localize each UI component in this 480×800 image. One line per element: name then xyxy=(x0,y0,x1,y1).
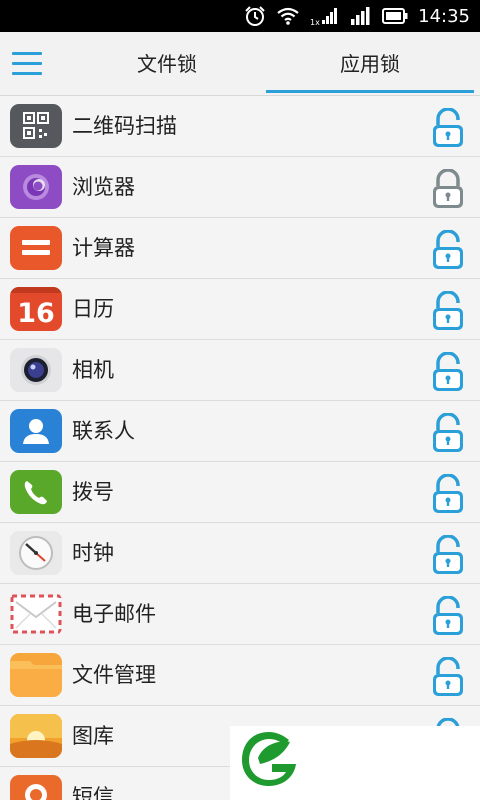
app-label: 联系人 xyxy=(72,419,135,443)
calculator-icon xyxy=(10,226,62,270)
clock-icon xyxy=(10,531,62,575)
app-label: 二维码扫描 xyxy=(72,114,177,138)
app-label: 电子邮件 xyxy=(72,602,156,626)
brand-overlay xyxy=(230,726,480,800)
email-icon xyxy=(10,592,62,636)
unlocked-padlock-icon[interactable] xyxy=(430,230,466,270)
unlocked-padlock-icon[interactable] xyxy=(430,474,466,514)
qr-scan-icon xyxy=(10,104,62,148)
app-label: 日历 xyxy=(72,297,114,321)
app-label: 文件管理 xyxy=(72,663,156,687)
app-list: 二维码扫描 浏览器 计算器 16 日历 相机 联系人 拨号 时钟 电子邮件 文件… xyxy=(0,96,480,800)
alarm-icon xyxy=(245,6,265,26)
tab-app-lock[interactable]: 应用锁 xyxy=(266,32,474,96)
tab-selected-indicator xyxy=(266,90,474,93)
tab-file-lock[interactable]: 文件锁 xyxy=(72,32,262,96)
app-label: 计算器 xyxy=(72,236,135,260)
browser-icon xyxy=(10,165,62,209)
battery-icon xyxy=(382,8,408,24)
calendar-icon: 16 xyxy=(10,287,62,331)
signal-icon xyxy=(351,7,370,25)
app-label: 时钟 xyxy=(72,541,114,565)
list-item[interactable]: 16 日历 xyxy=(0,279,480,340)
hamburger-menu-icon[interactable] xyxy=(12,52,42,76)
calendar-day: 16 xyxy=(17,298,55,329)
list-item[interactable]: 二维码扫描 xyxy=(0,96,480,157)
list-item[interactable]: 相机 xyxy=(0,340,480,401)
app-label: 浏览器 xyxy=(72,175,135,199)
list-item[interactable]: 文件管理 xyxy=(0,645,480,706)
unlocked-padlock-icon[interactable] xyxy=(430,596,466,636)
phone-icon xyxy=(10,470,62,514)
unlocked-padlock-icon[interactable] xyxy=(430,291,466,331)
svg-text:1x: 1x xyxy=(310,18,320,26)
unlocked-padlock-icon[interactable] xyxy=(430,535,466,575)
camera-icon xyxy=(10,348,62,392)
app-label: 短信 xyxy=(72,785,114,800)
list-item[interactable]: 电子邮件 xyxy=(0,584,480,645)
wifi-icon xyxy=(277,7,299,25)
unlocked-padlock-icon[interactable] xyxy=(430,352,466,392)
status-bar: 1x 14:35 xyxy=(0,0,480,32)
gallery-icon xyxy=(10,714,62,758)
sms-icon xyxy=(10,775,62,800)
list-item[interactable]: 时钟 xyxy=(0,523,480,584)
green-leaf-logo-icon xyxy=(242,732,296,786)
header-bar: 文件锁 应用锁 xyxy=(0,32,480,96)
unlocked-padlock-icon[interactable] xyxy=(430,108,466,148)
list-item[interactable]: 拨号 xyxy=(0,462,480,523)
contacts-icon xyxy=(10,409,62,453)
status-time: 14:35 xyxy=(418,5,470,27)
file-manager-icon xyxy=(10,653,62,697)
app-label: 相机 xyxy=(72,358,114,382)
app-label: 拨号 xyxy=(72,480,114,504)
locked-padlock-icon[interactable] xyxy=(430,169,466,209)
app-label: 图库 xyxy=(72,724,114,748)
signal-1x-icon: 1x xyxy=(310,8,338,26)
list-item[interactable]: 联系人 xyxy=(0,401,480,462)
list-item[interactable]: 浏览器 xyxy=(0,157,480,218)
unlocked-padlock-icon[interactable] xyxy=(430,657,466,697)
unlocked-padlock-icon[interactable] xyxy=(430,413,466,453)
list-item[interactable]: 计算器 xyxy=(0,218,480,279)
